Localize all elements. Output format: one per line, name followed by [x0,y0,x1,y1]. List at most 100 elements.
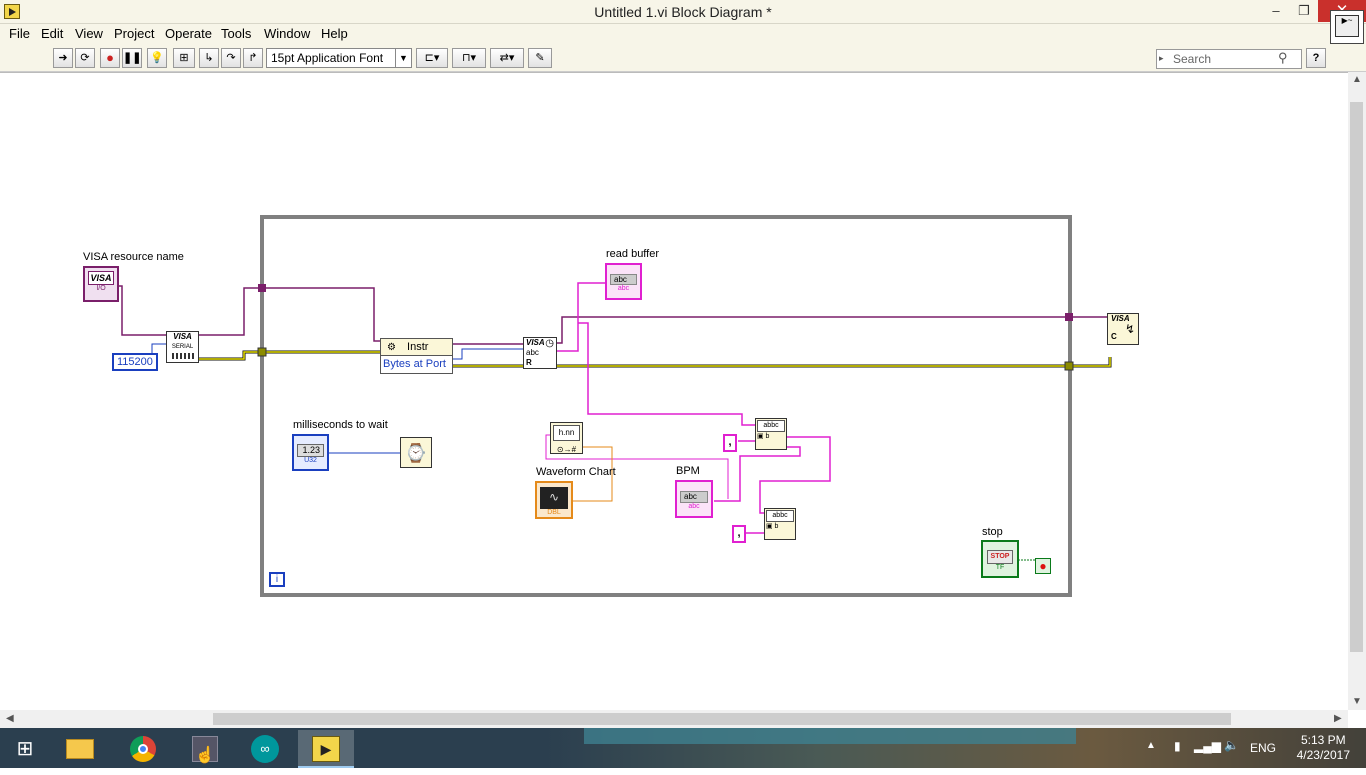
wait-ms-timer-icon[interactable]: ⌚ [400,437,432,468]
menu-window[interactable]: Window [264,26,310,41]
close-arrow-icon: ↯ [1124,322,1135,336]
bpm-indicator[interactable]: abc abc [675,480,713,518]
retain-wire-values-icon[interactable]: ⊞ [173,48,195,68]
tunnel-error-in [257,347,267,357]
labview-taskbar-icon[interactable]: ▶ [298,730,354,768]
title-bar: Untitled 1.vi Block Diagram * – ❐ ✕ [0,0,1366,24]
clock[interactable]: 5:13 PM 4/23/2017 [1297,733,1350,763]
run-arrow-icon[interactable]: ➜ [53,48,73,68]
touch-app-icon[interactable]: ☝ [177,730,233,768]
font-select-value: 15pt Application Font [271,51,384,65]
menu-file[interactable]: File [9,26,30,41]
menu-view[interactable]: View [75,26,103,41]
read-buffer-abc: abc [610,274,637,285]
vi-icon[interactable]: ▶~ [1330,10,1364,44]
while-loop-border [260,215,1072,597]
file-explorer-icon[interactable] [52,730,108,768]
visa-configure-text: VISA [173,332,192,341]
tray-expand-icon[interactable]: ▲ [1146,740,1156,751]
iteration-terminal[interactable]: i [269,572,285,587]
tunnel-visa-out [1065,313,1073,321]
reorder-icon[interactable]: ⇄▾ [490,48,524,68]
scroll-down-icon[interactable]: ▼ [1352,696,1362,707]
error-wire-1-back [198,350,382,361]
windows-start-icon[interactable]: ⊞ [0,730,50,768]
property-node-item[interactable]: Bytes at Port [381,356,452,373]
menu-operate[interactable]: Operate [165,26,212,41]
ms-wait-control[interactable]: 1.23 U32 [292,434,329,471]
abort-icon[interactable]: ● [100,48,120,68]
battery-icon[interactable]: ▮ [1174,739,1181,753]
step-into-icon[interactable]: ↳ [199,48,219,68]
horizontal-scroll-thumb[interactable] [213,713,1231,725]
stop-control-text: STOP [987,550,1013,564]
font-select[interactable]: 15pt Application Font ▼ [266,48,412,68]
vertical-scroll-thumb[interactable] [1350,102,1363,652]
visa-read-node[interactable]: VISA abc R ◷ [523,337,557,369]
highlight-execution-icon[interactable]: 💡 [147,48,167,68]
scroll-up-icon[interactable]: ▲ [1352,74,1362,85]
property-node-class-text: Instr [407,341,429,353]
system-tray: ▲ ▮ ▂▄▆ 🔈 ENG 5:13 PM 4/23/2017 [1146,728,1366,768]
loop-condition-terminal[interactable]: ● [1035,558,1051,574]
bool-wire-stop [1018,559,1037,567]
visa-read-letter: R [526,358,532,367]
scroll-right-icon[interactable]: ▶ [1334,713,1342,724]
stop-button-control[interactable]: STOP TF [981,540,1019,578]
chrome-icon[interactable] [115,730,171,768]
tunnel-error-out [1064,361,1074,371]
scroll-left-icon[interactable]: ◀ [6,713,14,724]
distribute-objects-icon[interactable]: ⊓▾ [452,48,486,68]
pause-icon[interactable]: ❚❚ [122,48,142,68]
read-buffer-indicator[interactable]: abc abc [605,263,642,300]
menu-tools[interactable]: Tools [221,26,251,41]
stop-control-type: TF [995,564,1005,571]
comma-constant-2[interactable]: , [732,525,746,543]
volume-icon[interactable]: 🔈 [1224,738,1239,752]
bytes-wire [452,348,524,360]
menu-help[interactable]: Help [321,26,348,41]
arduino-icon[interactable]: ∞ [237,730,293,768]
visa-close-node[interactable]: VISA C ↯ [1107,313,1139,345]
chart-icon: ∿ [540,487,568,509]
match-pattern-2-text: abbc [766,510,794,522]
align-objects-icon[interactable]: ⊏▾ [416,48,448,68]
minimize-button[interactable]: – [1262,0,1290,22]
menu-edit[interactable]: Edit [41,26,63,41]
clean-up-diagram-icon[interactable]: ✎ [528,48,552,68]
vertical-scrollbar[interactable]: ▲ ▼ [1348,72,1366,710]
visa-configure-serial-node[interactable]: VISA SERIAL [166,331,199,363]
waveform-chart-label: Waveform Chart [536,466,616,478]
comma-constant-1[interactable]: , [723,434,737,452]
baud-rate-constant[interactable]: 115200 [112,353,158,371]
step-out-icon[interactable]: ↱ [243,48,263,68]
wrench-icon: ⚙ [387,342,396,353]
read-buffer-abc-sub: abc [617,285,630,292]
visa-resource-control[interactable]: VISA I/O [83,266,119,302]
diagram-wires [116,215,1112,597]
match-pattern-node-2[interactable]: abbc ▣ b [764,508,796,540]
waveform-chart-type: DBL [547,509,561,516]
visa-resource-text: VISA [88,271,114,285]
clock-icon: ◷ [545,338,554,349]
search-expand-icon[interactable]: ▸ [1159,53,1164,64]
read-buffer-label: read buffer [606,248,660,260]
block-diagram-canvas[interactable] [0,72,1366,728]
match-pattern-node-1[interactable]: abbc ▣ b [755,418,787,450]
step-over-icon[interactable]: ↷ [221,48,241,68]
help-button[interactable]: ? [1306,48,1326,68]
run-continuously-icon[interactable]: ⟳ [75,48,95,68]
menu-project[interactable]: Project [114,26,154,41]
fract-exp-string-to-number-node[interactable]: h.nn ⊙→# [550,422,583,454]
search-icon[interactable]: ⚲ [1278,50,1288,66]
restore-button[interactable]: ❐ [1290,0,1318,22]
window-title: Untitled 1.vi Block Diagram * [594,4,772,20]
horizontal-scrollbar[interactable]: ◀ ▶ [0,710,1348,728]
property-node[interactable]: ⚙ Instr Bytes at Port [380,338,453,374]
language-indicator[interactable]: ENG [1250,741,1276,755]
signal-icon[interactable]: ▂▄▆ [1194,739,1221,753]
background-window-strip [584,728,1076,744]
ms-wait-label: milliseconds to wait [293,419,388,431]
waveform-chart-indicator[interactable]: ∿ DBL [535,481,573,519]
menu-bar: File Edit View Project Operate Tools Win… [0,10,1366,44]
